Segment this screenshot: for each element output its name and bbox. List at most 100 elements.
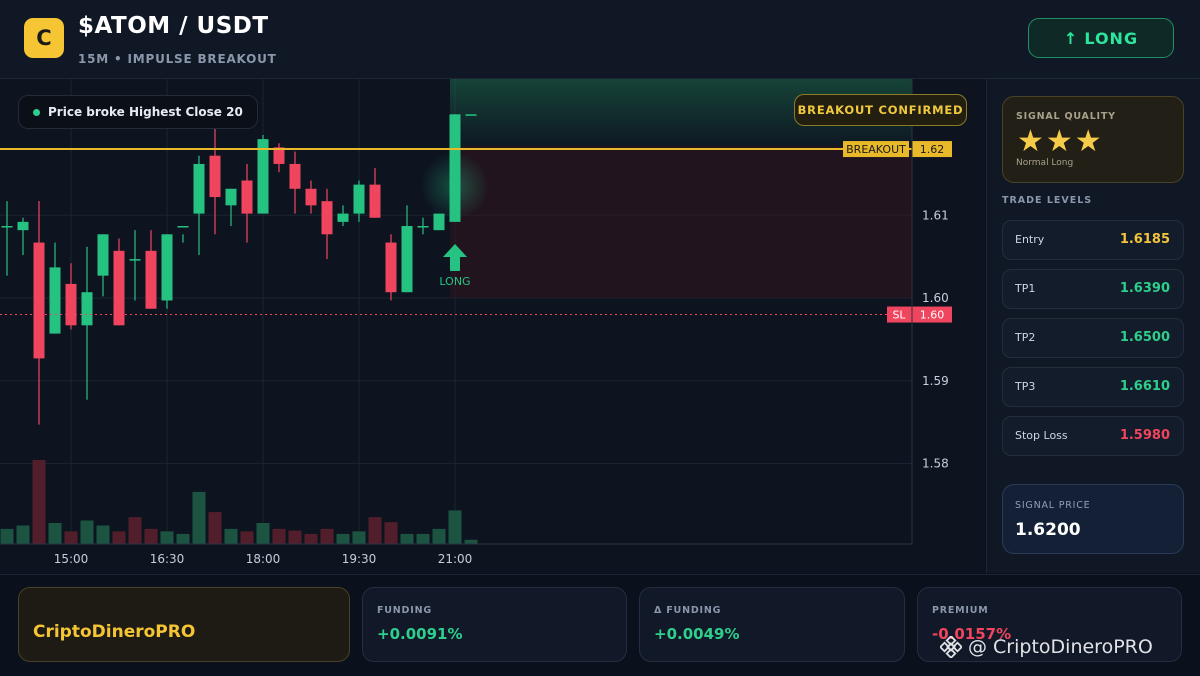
y-axis-tick-label: 1.59 xyxy=(922,374,949,388)
volume-bar xyxy=(304,533,318,544)
volume-bar xyxy=(128,517,142,544)
volume-bar xyxy=(448,510,462,544)
candle-body xyxy=(209,155,221,198)
volume-bar xyxy=(0,528,14,544)
signal-quality-card: SIGNAL QUALITY ★★★ Normal Long xyxy=(1002,96,1184,183)
price-chart-area[interactable]: BREAKOUT1.621.62SL1.60 15:0016:3018:0019… xyxy=(0,79,985,610)
sl-price-label: 1.60 xyxy=(920,309,945,322)
volume-bar xyxy=(400,533,414,544)
level-row-tp1: TP1 1.6390 xyxy=(1002,269,1184,309)
level-value: 1.6610 xyxy=(1119,379,1170,394)
candle-body xyxy=(177,226,189,228)
coin-logo: C xyxy=(24,18,64,58)
star-rating-icon: ★★★ xyxy=(1017,124,1104,159)
candle-body xyxy=(433,213,445,231)
candle-body xyxy=(17,221,29,231)
long-button[interactable]: ↑ LONG xyxy=(1028,18,1174,58)
volume-bar xyxy=(208,512,222,544)
brand-name: CriptoDineroPRO xyxy=(33,622,196,642)
level-name: TP3 xyxy=(1015,380,1036,393)
x-axis-tick-label: 18:00 xyxy=(246,552,281,566)
info-pill: Price broke Highest Close 20 xyxy=(18,95,258,129)
header-bar: C $ATOM / USDT 15M • IMPULSE BREAKOUT ↑ … xyxy=(0,0,1200,79)
level-row-tp2: TP2 1.6500 xyxy=(1002,318,1184,358)
level-value: 1.6390 xyxy=(1119,281,1170,296)
y-axis-tick-label: 1.61 xyxy=(922,208,949,222)
signal-price-card: SIGNAL PRICE 1.6200 xyxy=(1002,484,1184,554)
x-axis-tick-label: 16:30 xyxy=(150,552,185,566)
watermark: @ CriptoDineroPRO xyxy=(940,636,1153,658)
volume-bar xyxy=(96,525,110,544)
volume-bar xyxy=(16,525,30,544)
candle-body xyxy=(465,114,477,116)
candle-body xyxy=(385,242,397,293)
trade-levels-title: TRADE LEVELS xyxy=(1002,195,1093,206)
candle-body xyxy=(225,188,237,206)
candle-body xyxy=(145,250,157,309)
volume-bar xyxy=(64,531,78,544)
brand-card: CriptoDineroPRO xyxy=(18,587,350,662)
info-pill-text: Price broke Highest Close 20 xyxy=(48,105,243,119)
funding-title: FUNDING xyxy=(377,605,432,616)
candlestick-chart[interactable]: BREAKOUT1.621.62SL1.60 15:0016:3018:0019… xyxy=(0,79,985,573)
volume-bar xyxy=(160,531,174,544)
candle-body xyxy=(129,259,141,261)
binance-logo-icon xyxy=(940,636,962,658)
volume-bar xyxy=(336,533,350,544)
volume-bar xyxy=(240,531,254,544)
volume-bar xyxy=(224,528,238,544)
candle-body xyxy=(193,163,205,214)
pair-title: $ATOM / USDT xyxy=(78,13,269,39)
candle-body xyxy=(417,226,429,228)
level-row-stop-loss: Stop Loss 1.5980 xyxy=(1002,416,1184,456)
volume-bar xyxy=(464,539,478,544)
level-name: Entry xyxy=(1015,233,1045,246)
volume-bar xyxy=(112,531,126,544)
candle-body xyxy=(241,180,253,214)
watermark-text: @ CriptoDineroPRO xyxy=(968,636,1153,658)
volume-bar xyxy=(416,533,430,544)
volume-bar xyxy=(432,528,446,544)
volume-bar xyxy=(288,530,302,544)
volume-bar xyxy=(176,533,190,544)
x-axis-tick-label: 19:30 xyxy=(342,552,377,566)
candle-body xyxy=(305,188,317,206)
delta-funding-title: Δ FUNDING xyxy=(654,605,722,616)
candle-body xyxy=(257,139,269,214)
volume-bar xyxy=(80,520,94,544)
long-marker-label: LONG xyxy=(439,275,470,288)
candle-body xyxy=(289,163,301,189)
volume-bar xyxy=(32,460,46,544)
premium-title: PREMIUM xyxy=(932,605,989,616)
level-row-tp3: TP3 1.6610 xyxy=(1002,367,1184,407)
funding-value: +0.0091% xyxy=(377,625,463,643)
x-axis-tick-label: 21:00 xyxy=(438,552,473,566)
candle-body xyxy=(369,184,381,218)
long-button-label: LONG xyxy=(1084,28,1139,48)
x-axis-tick-label: 15:00 xyxy=(54,552,89,566)
y-axis-tick-label: 1.58 xyxy=(922,457,949,471)
volume-bar xyxy=(256,523,270,544)
candle-body xyxy=(321,201,333,235)
volume-bar xyxy=(272,528,286,544)
candle-body xyxy=(337,213,349,222)
arrow-up-icon: ↑ xyxy=(1063,28,1079,48)
funding-card: FUNDING +0.0091% xyxy=(362,587,627,662)
signal-quality-title: SIGNAL QUALITY xyxy=(1016,111,1116,122)
signal-price-title: SIGNAL PRICE xyxy=(1015,500,1091,511)
risk-zone xyxy=(450,146,912,298)
candle-body xyxy=(401,226,413,293)
candle-body xyxy=(1,226,13,228)
level-name: TP1 xyxy=(1015,282,1036,295)
sl-tag-label: SL xyxy=(892,309,906,322)
level-name: TP2 xyxy=(1015,331,1036,344)
breakout-price-label: 1.62 xyxy=(920,143,945,156)
candle-body xyxy=(65,283,77,326)
level-value: 1.6185 xyxy=(1119,232,1170,247)
volume-bar xyxy=(352,531,366,544)
candle-body xyxy=(353,184,365,214)
volume-bar xyxy=(192,491,206,544)
signal-price-value: 1.6200 xyxy=(1015,520,1081,540)
level-row-entry: Entry 1.6185 xyxy=(1002,220,1184,260)
status-dot-icon xyxy=(33,108,40,116)
